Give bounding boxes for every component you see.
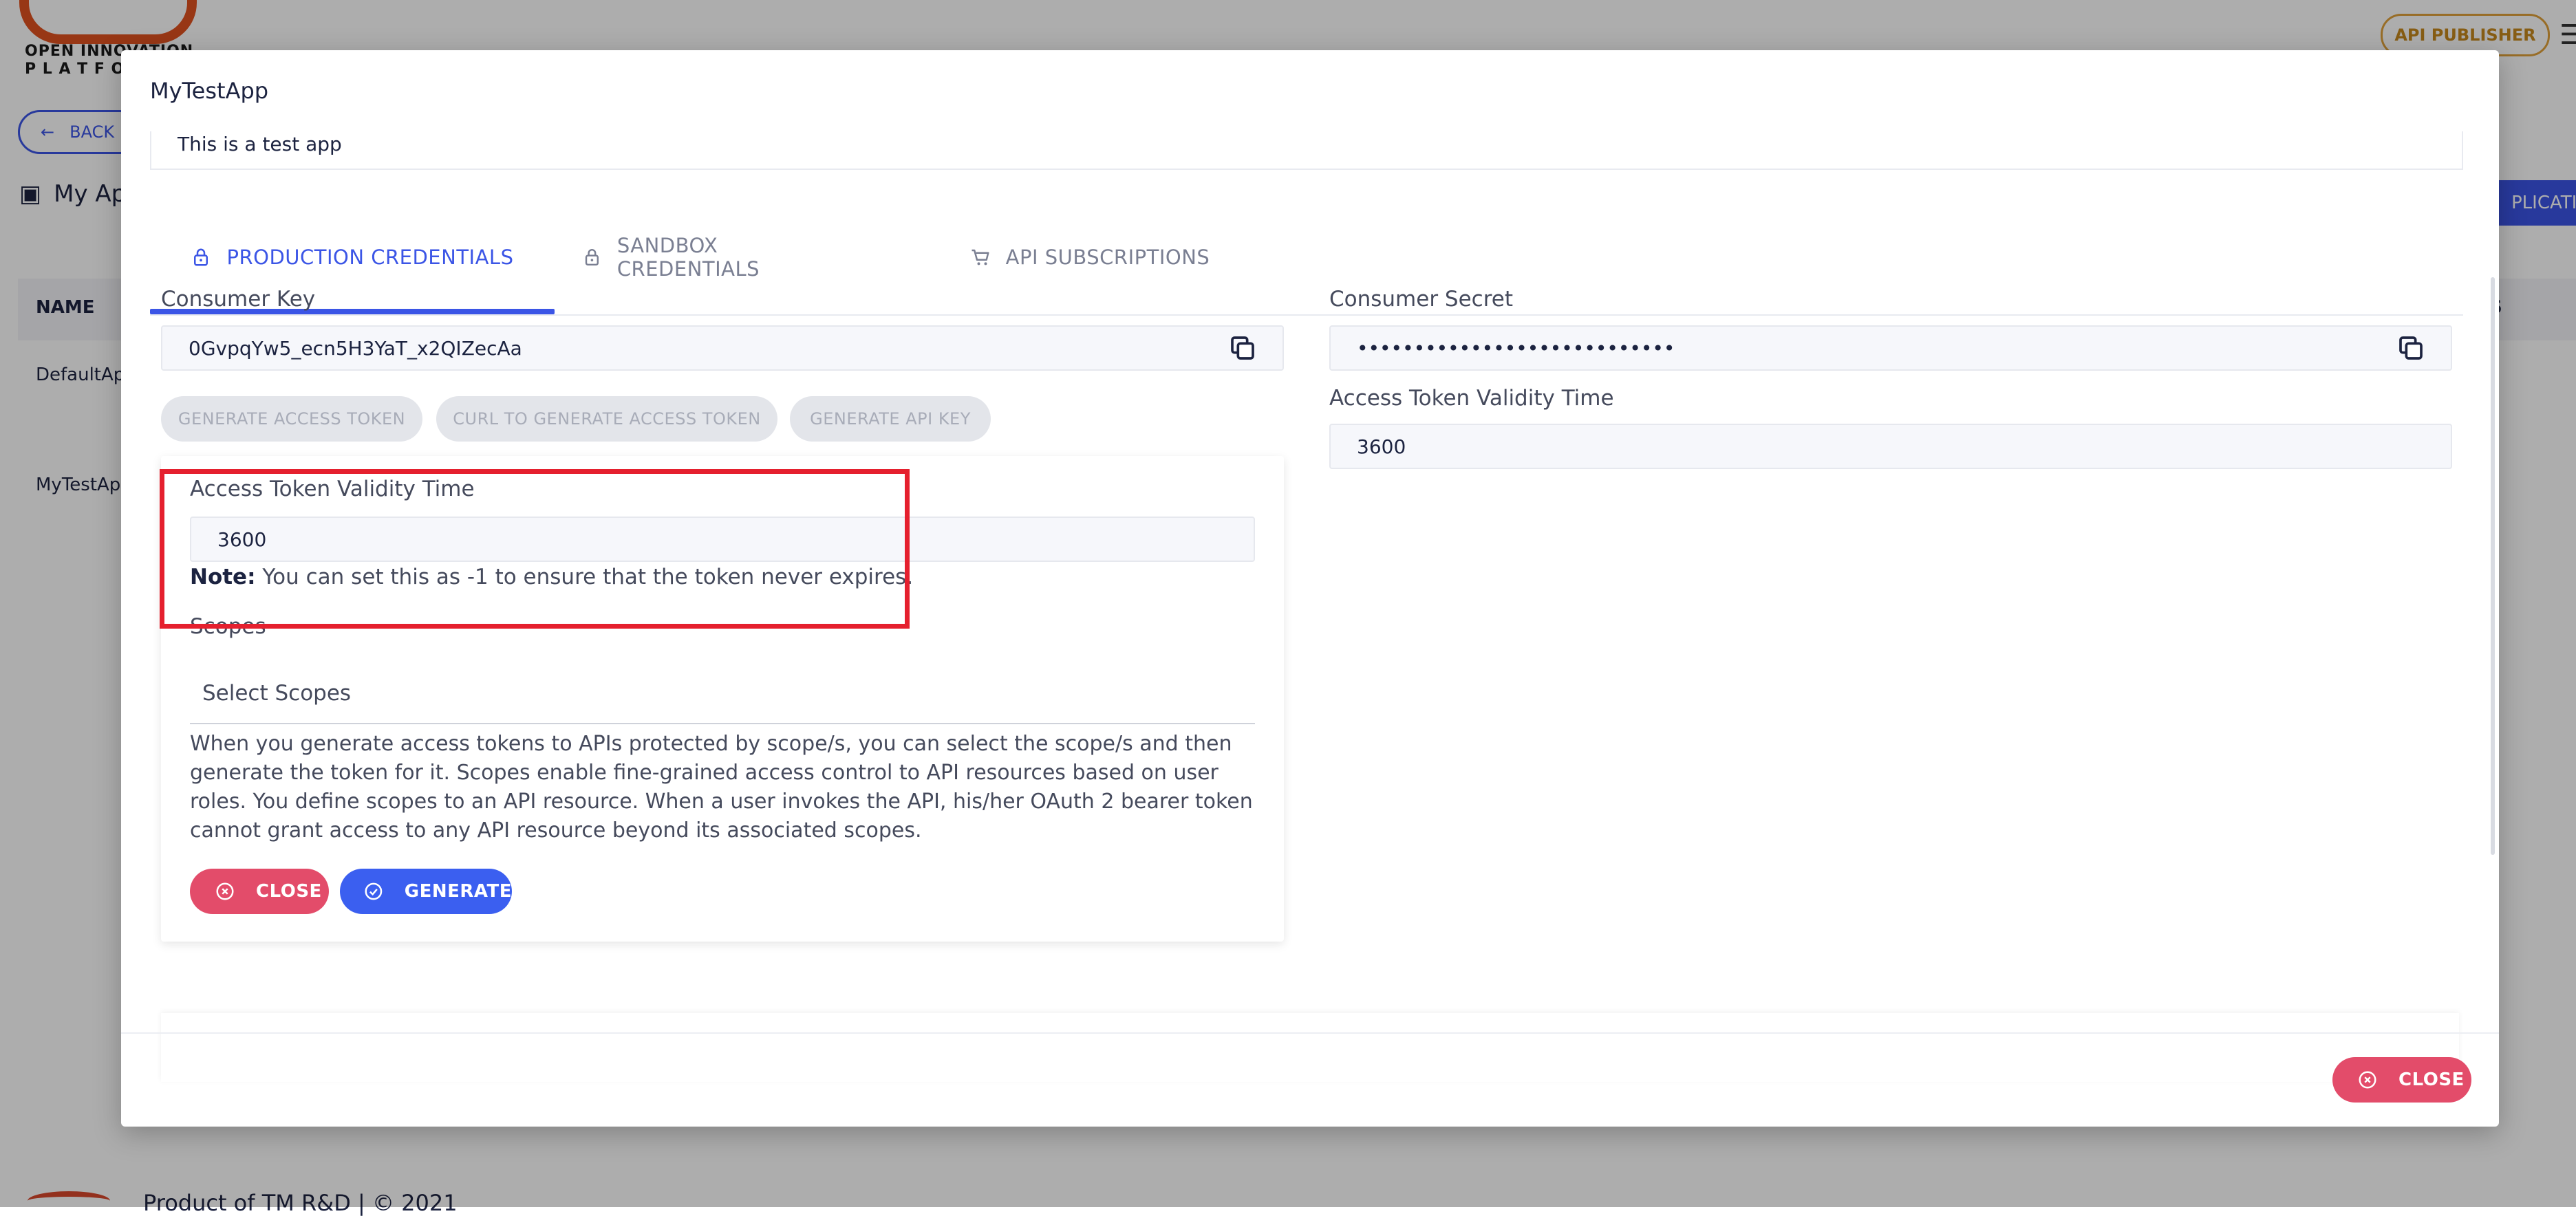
scopes-select[interactable]: Select Scopes: [190, 664, 1255, 724]
consumer-key-label: Consumer Key: [161, 287, 316, 312]
tab-label: PRODUCTION CREDENTIALS: [226, 246, 514, 269]
panel-close-button[interactable]: CLOSE: [190, 869, 329, 914]
tab-api-subscriptions[interactable]: API SUBSCRIPTIONS: [952, 200, 1227, 314]
right-validity-field[interactable]: 3600: [1329, 424, 2452, 469]
generate-label: GENERATE: [404, 881, 512, 902]
generate-button[interactable]: GENERATE: [340, 869, 512, 914]
generate-access-token-button[interactable]: GENERATE ACCESS TOKEN: [161, 396, 422, 442]
consumer-secret-label: Consumer Secret: [1329, 287, 1514, 312]
application-modal: MyTestApp This is a test app PRODUCTION …: [121, 50, 2499, 1127]
modal-title: MyTestApp: [150, 78, 269, 104]
lower-section: [161, 1013, 2459, 1082]
lock-icon: [194, 248, 208, 266]
tab-label: SANDBOX CREDENTIALS: [616, 234, 760, 281]
consumer-key-field[interactable]: 0GvpqYw5_ecn5H3YaT_x2QIZecAa: [161, 325, 1284, 371]
tab-label: API SUBSCRIPTIONS: [1005, 246, 1210, 269]
close-circle-icon: [2359, 1071, 2376, 1089]
lock-icon: [585, 249, 599, 266]
scopes-help-text: When you generate access tokens to APIs …: [190, 732, 1253, 843]
copy-icon[interactable]: [2397, 334, 2425, 362]
consumer-secret-field[interactable]: ••••••••••••••••••••••••••••: [1329, 325, 2452, 371]
modal-footer-divider: [121, 1032, 2499, 1034]
check-circle-icon: [365, 882, 383, 900]
close-circle-icon: [216, 882, 234, 900]
description-box: [150, 131, 2463, 170]
consumer-key-value: 0GvpqYw5_ecn5H3YaT_x2QIZecAa: [189, 336, 522, 360]
scrollbar[interactable]: [2491, 277, 2495, 855]
close-label: CLOSE: [256, 881, 322, 902]
copy-icon[interactable]: [1229, 334, 1256, 362]
right-validity-label: Access Token Validity Time: [1329, 386, 1614, 411]
credentials-tabs: PRODUCTION CREDENTIALS SANDBOX CREDENTIA…: [150, 200, 2463, 316]
generate-api-key-button[interactable]: GENERATE API KEY: [790, 396, 991, 442]
right-validity-value: 3600: [1357, 435, 1406, 458]
tab-sandbox-credentials[interactable]: SANDBOX CREDENTIALS: [582, 200, 857, 314]
curl-generate-access-token-button[interactable]: CURL TO GENERATE ACCESS TOKEN: [436, 396, 777, 442]
description-text: This is a test app: [178, 133, 342, 155]
consumer-secret-value: ••••••••••••••••••••••••••••: [1357, 336, 1675, 360]
close-label: CLOSE: [2398, 1070, 2465, 1090]
highlight-box: [160, 469, 910, 629]
modal-close-button[interactable]: CLOSE: [2332, 1057, 2471, 1103]
cart-icon: [972, 249, 989, 265]
